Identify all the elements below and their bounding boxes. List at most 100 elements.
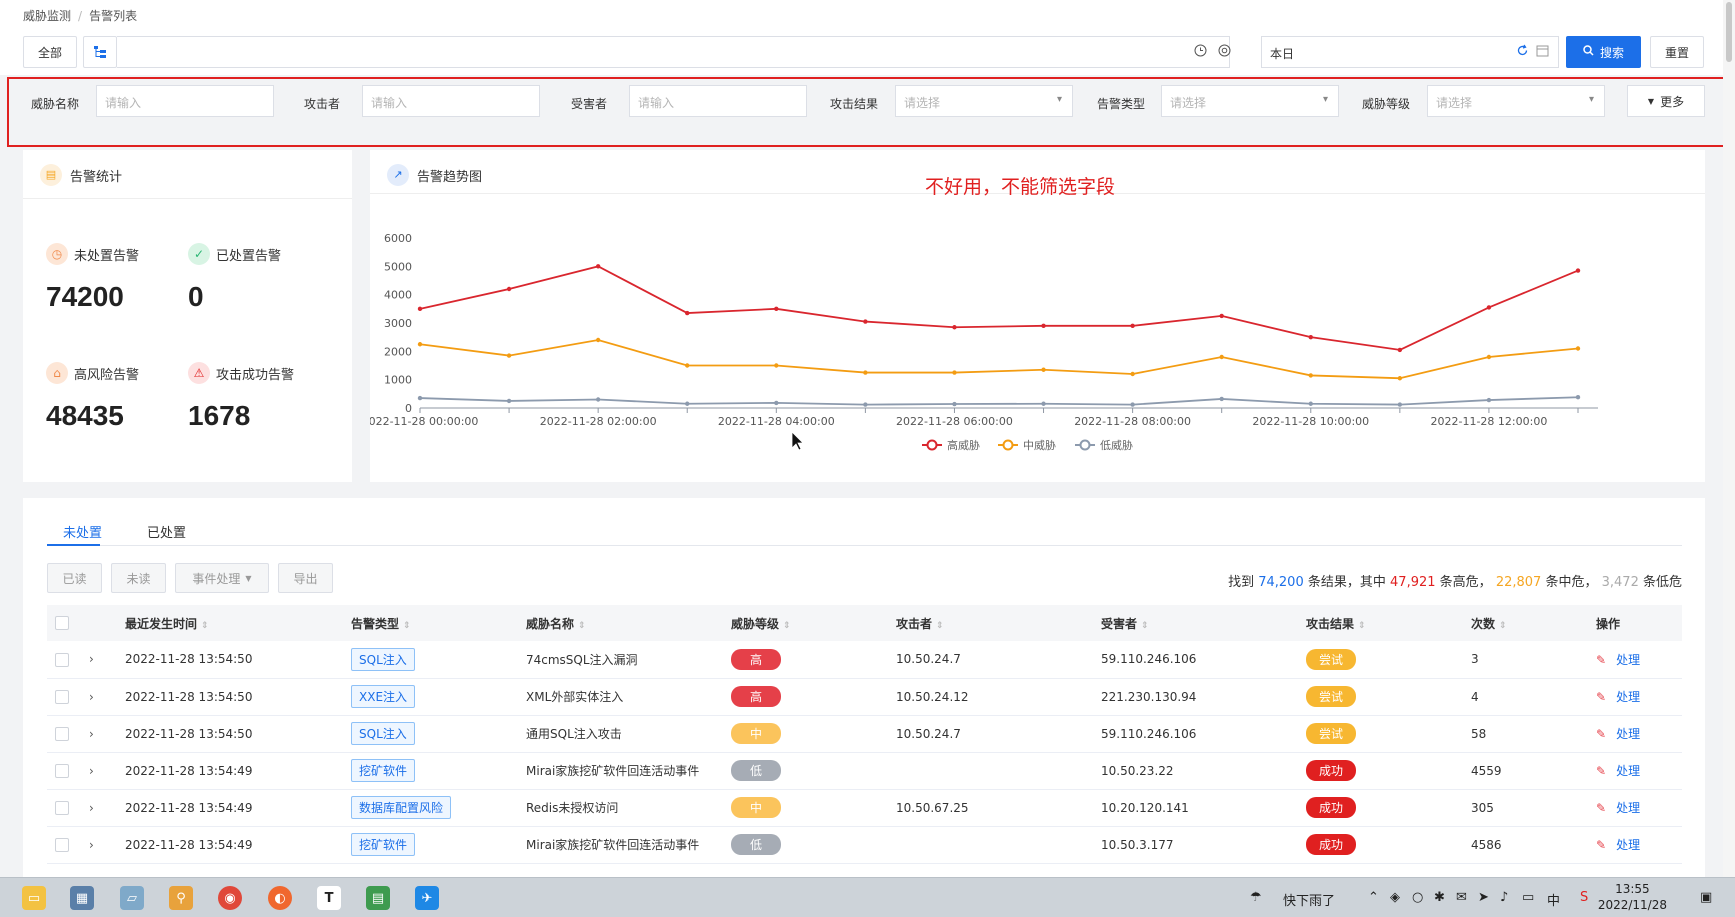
pin-icon[interactable]: ✎ xyxy=(1596,764,1606,778)
search-button[interactable]: 搜索 xyxy=(1566,36,1641,68)
page-scrollbar[interactable] xyxy=(1723,0,1735,877)
table-row[interactable]: › 2022-11-28 13:54:50 SQL注入 通用SQL注入攻击中 10.50… xyxy=(47,715,1682,753)
pin-icon[interactable]: ✎ xyxy=(1596,690,1606,704)
victim-input[interactable]: 请输入 xyxy=(629,85,807,117)
spreadsheet-icon[interactable]: ▤ xyxy=(366,886,390,910)
col-result[interactable]: 攻击结果 ⇕ xyxy=(1298,605,1463,641)
sort-icon[interactable]: ⇕ xyxy=(1141,621,1149,631)
system-clock[interactable]: 13:55 2022/11/28 xyxy=(1598,881,1667,913)
table-row[interactable]: › 2022-11-28 13:54:50 XXE注入 XML外部实体注入高 10.50… xyxy=(47,678,1682,716)
alert-type-tag[interactable]: SQL注入 xyxy=(351,722,415,745)
wechat-icon[interactable]: ✉ xyxy=(1456,890,1467,905)
table-row[interactable]: › 2022-11-28 13:54:49 挖矿软件 Mirai家族挖矿软件回连活动事… xyxy=(47,752,1682,790)
tray-arrow-icon[interactable]: ➤ xyxy=(1478,890,1489,905)
typora-icon[interactable]: T xyxy=(317,886,341,910)
tab-handled[interactable]: 已处置 xyxy=(147,522,186,541)
sogou-icon[interactable]: S xyxy=(1580,890,1588,905)
handle-link[interactable]: 处理 xyxy=(1616,727,1640,741)
row-checkbox[interactable] xyxy=(55,726,69,741)
messenger-icon[interactable]: ✈ xyxy=(415,886,439,910)
expand-chevron-icon[interactable]: › xyxy=(89,727,94,741)
col-victim[interactable]: 受害者 ⇕ xyxy=(1093,605,1298,641)
threat-level-select[interactable]: 请选择 ▾ xyxy=(1427,85,1605,117)
pin-icon[interactable]: ✎ xyxy=(1596,801,1606,815)
alert-type-tag[interactable]: SQL注入 xyxy=(351,647,415,671)
sort-icon[interactable]: ⇕ xyxy=(936,621,944,631)
date-range-picker[interactable]: 本日 xyxy=(1261,36,1559,68)
pin-icon[interactable]: ✎ xyxy=(1596,727,1606,741)
tab-unhandled[interactable]: 未处置 xyxy=(63,522,102,541)
weather-icon[interactable]: ☂ xyxy=(1250,890,1262,905)
table-row[interactable]: › 2022-11-28 13:54:49 挖矿软件 Mirai家族挖矿软件回连活动事… xyxy=(47,826,1682,864)
col-count[interactable]: 次数 ⇕ xyxy=(1463,605,1588,641)
reset-button[interactable]: 重置 xyxy=(1650,36,1704,68)
search-tool-icon[interactable]: ⚲ xyxy=(169,886,193,910)
firefox-icon[interactable]: ◐ xyxy=(268,886,292,910)
chrome-icon[interactable]: ◉ xyxy=(218,886,242,910)
col-type[interactable]: 告警类型 ⇕ xyxy=(343,605,518,641)
more-filters-button[interactable]: ▼ 更多 xyxy=(1627,85,1705,117)
settings-icon[interactable] xyxy=(1218,44,1231,61)
tray-circle-icon[interactable]: ○ xyxy=(1412,890,1423,905)
breadcrumb-root[interactable]: 威胁监测 xyxy=(23,9,71,23)
alert-type-tag[interactable]: 挖矿软件 xyxy=(351,759,416,782)
weather-text[interactable]: 快下雨了 xyxy=(1283,890,1335,909)
handle-link[interactable]: 处理 xyxy=(1616,764,1640,778)
expand-chevron-icon[interactable]: › xyxy=(89,801,94,815)
tray-app-icon[interactable]: ◈ xyxy=(1390,890,1400,905)
row-checkbox[interactable] xyxy=(55,689,69,704)
handle-link[interactable]: 处理 xyxy=(1616,653,1640,667)
alert-type-tag[interactable]: 挖矿软件 xyxy=(351,833,416,856)
expand-chevron-icon[interactable]: › xyxy=(89,838,94,852)
event-handle-dropdown[interactable]: 事件处理 ▼ xyxy=(175,563,269,593)
row-checkbox[interactable] xyxy=(55,800,69,815)
select-all-checkbox[interactable] xyxy=(55,616,69,631)
volume-icon[interactable]: ♪ xyxy=(1500,890,1508,905)
expand-chevron-icon[interactable]: › xyxy=(89,690,94,704)
handle-link[interactable]: 处理 xyxy=(1616,690,1640,704)
alert-type-select[interactable]: 请选择 ▾ xyxy=(1161,85,1339,117)
attacker-input[interactable]: 请输入 xyxy=(362,85,540,117)
network-icon[interactable]: ▭ xyxy=(1522,890,1534,905)
row-checkbox[interactable] xyxy=(55,652,69,667)
notepad-icon[interactable]: ▱ xyxy=(120,886,144,910)
ime-indicator[interactable]: 中 xyxy=(1547,890,1560,909)
table-row[interactable]: › 2022-11-28 13:54:50 SQL注入 74cmsSQL注入漏洞高 10… xyxy=(47,641,1682,679)
expand-chevron-icon[interactable]: › xyxy=(89,652,94,666)
sort-icon[interactable]: ⇕ xyxy=(1499,621,1507,631)
all-button[interactable]: 全部 xyxy=(23,36,77,68)
attack-result-select[interactable]: 请选择 ▾ xyxy=(895,85,1073,117)
alert-type-tag[interactable]: XXE注入 xyxy=(351,685,416,708)
file-explorer-icon[interactable]: ▭ xyxy=(22,886,46,910)
row-checkbox[interactable] xyxy=(55,837,69,852)
alert-type-tag[interactable]: 数据库配置风险 xyxy=(351,796,452,819)
sort-icon[interactable]: ⇕ xyxy=(201,621,209,631)
notification-icon[interactable]: ▣ xyxy=(1700,890,1712,905)
sort-icon[interactable]: ⇕ xyxy=(403,621,411,631)
expand-chevron-icon[interactable]: › xyxy=(89,764,94,778)
store-icon[interactable]: ▦ xyxy=(70,886,94,910)
sort-icon[interactable]: ⇕ xyxy=(783,621,791,631)
pin-icon[interactable]: ✎ xyxy=(1596,838,1606,852)
refresh-icon[interactable] xyxy=(1516,44,1529,61)
query-input[interactable] xyxy=(117,36,1231,68)
mark-unread-button[interactable]: 未读 xyxy=(111,563,166,593)
history-icon[interactable] xyxy=(1194,44,1207,61)
table-row[interactable]: › 2022-11-28 13:54:49 数据库配置风险 Redis未授权访问中 10… xyxy=(47,789,1682,827)
handle-link[interactable]: 处理 xyxy=(1616,838,1640,852)
col-name[interactable]: 威胁名称 ⇕ xyxy=(518,605,723,641)
col-attacker[interactable]: 攻击者 ⇕ xyxy=(888,605,1093,641)
export-button[interactable]: 导出 xyxy=(278,563,333,593)
scrollbar-thumb[interactable] xyxy=(1726,2,1732,62)
tree-filter-icon[interactable] xyxy=(83,36,117,68)
row-checkbox[interactable] xyxy=(55,763,69,778)
sort-icon[interactable]: ⇕ xyxy=(1358,621,1366,631)
mark-read-button[interactable]: 已读 xyxy=(47,563,102,593)
calendar-icon[interactable] xyxy=(1536,44,1549,61)
col-level[interactable]: 威胁等级 ⇕ xyxy=(723,605,888,641)
pin-icon[interactable]: ✎ xyxy=(1596,653,1606,667)
tray-star-icon[interactable]: ✱ xyxy=(1434,890,1445,905)
col-time[interactable]: 最近发生时间 ⇕ xyxy=(117,605,343,641)
chevron-up-icon[interactable]: ⌃ xyxy=(1368,890,1379,905)
threat-name-input[interactable]: 请输入 xyxy=(96,85,274,117)
